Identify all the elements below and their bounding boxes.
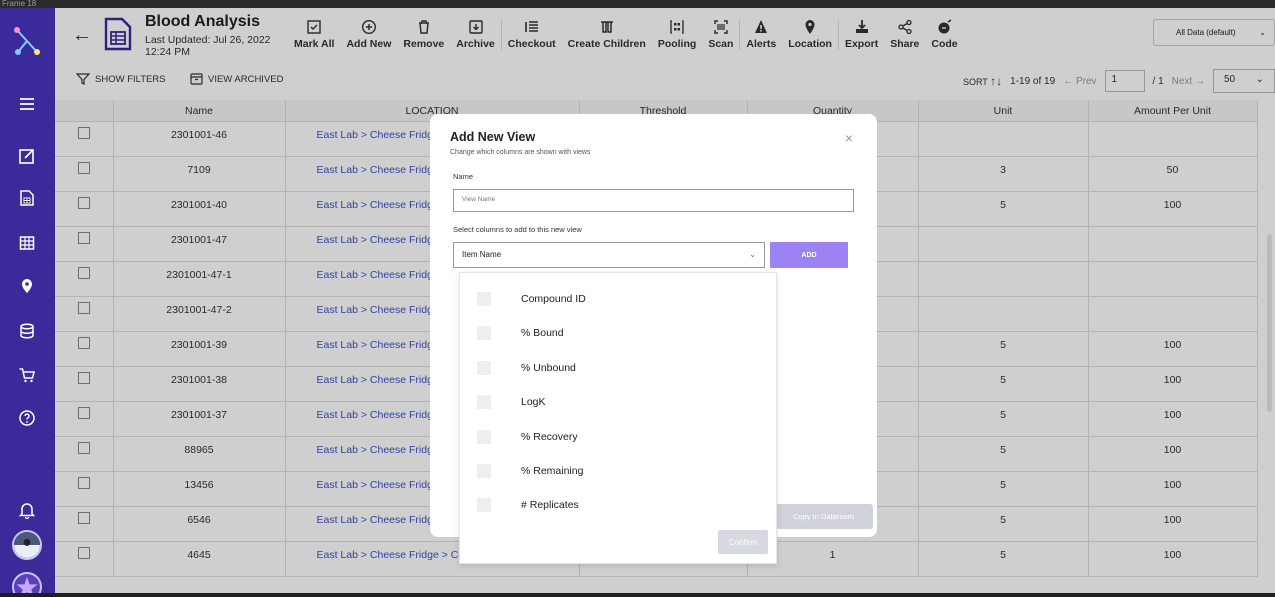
- spreadsheet-icon[interactable]: [17, 188, 37, 208]
- option-checkbox[interactable]: [477, 429, 491, 444]
- option-checkbox[interactable]: [477, 464, 491, 478]
- option-label: # Replicates: [521, 499, 579, 512]
- option-label: % Remaining: [521, 465, 584, 477]
- option-label: % Bound: [521, 327, 564, 340]
- option-label: LogK: [521, 396, 546, 409]
- chevron-down-icon: ⌄: [749, 250, 756, 259]
- help-icon[interactable]: [17, 408, 37, 428]
- column-select[interactable]: Item Name ⌄: [453, 242, 765, 268]
- logo-icon: [14, 27, 40, 55]
- menu-icon[interactable]: [17, 94, 37, 114]
- edit-icon[interactable]: [17, 146, 37, 166]
- option-checkbox[interactable]: [477, 395, 491, 410]
- option-label: % Recovery: [521, 430, 578, 443]
- dropdown-option[interactable]: Compound ID: [477, 292, 586, 306]
- location-pin-icon[interactable]: [17, 276, 37, 296]
- option-checkbox[interactable]: [477, 326, 491, 341]
- cart-icon[interactable]: [17, 365, 37, 385]
- modal-title: Add New View: [450, 130, 536, 144]
- copy-in-dataroom-button[interactable]: Copy In Dataroom: [774, 504, 873, 529]
- dropdown-option[interactable]: % Bound: [477, 326, 564, 341]
- dropdown-option[interactable]: % Remaining: [477, 464, 583, 478]
- columns-label: Select columns to add to this new view: [453, 225, 582, 234]
- option-checkbox[interactable]: [477, 360, 491, 375]
- confirm-button[interactable]: Confirm: [718, 530, 768, 554]
- sidebar: [0, 8, 55, 593]
- modal-subtitle: Change which columns are shown with view…: [450, 149, 591, 156]
- user-avatar[interactable]: [12, 530, 42, 560]
- column-options-dropdown: Compound ID % Bound % Unbound LogK % Recover…: [459, 272, 777, 564]
- dropdown-option[interactable]: LogK: [477, 395, 546, 410]
- dropdown-option[interactable]: # Replicates: [477, 498, 579, 513]
- view-name-input[interactable]: View Name: [453, 189, 854, 212]
- add-column-button[interactable]: ADD: [770, 242, 848, 268]
- vertical-scrollbar[interactable]: [1267, 234, 1272, 412]
- close-icon[interactable]: ×: [845, 130, 853, 146]
- option-checkbox[interactable]: [477, 498, 491, 513]
- option-label: Compound ID: [521, 293, 586, 305]
- database-icon[interactable]: [17, 321, 37, 341]
- column-select-value: Item Name: [462, 250, 502, 259]
- workspace-avatar[interactable]: [12, 572, 42, 593]
- bell-icon[interactable]: [17, 500, 37, 520]
- name-label: Name: [453, 172, 474, 181]
- frame-label: Frame 18: [0, 0, 1275, 8]
- dropdown-option[interactable]: % Unbound: [477, 360, 576, 375]
- grid-icon[interactable]: [17, 233, 37, 253]
- dropdown-option[interactable]: % Recovery: [477, 429, 578, 444]
- option-checkbox[interactable]: [477, 292, 491, 306]
- option-label: % Unbound: [521, 361, 576, 374]
